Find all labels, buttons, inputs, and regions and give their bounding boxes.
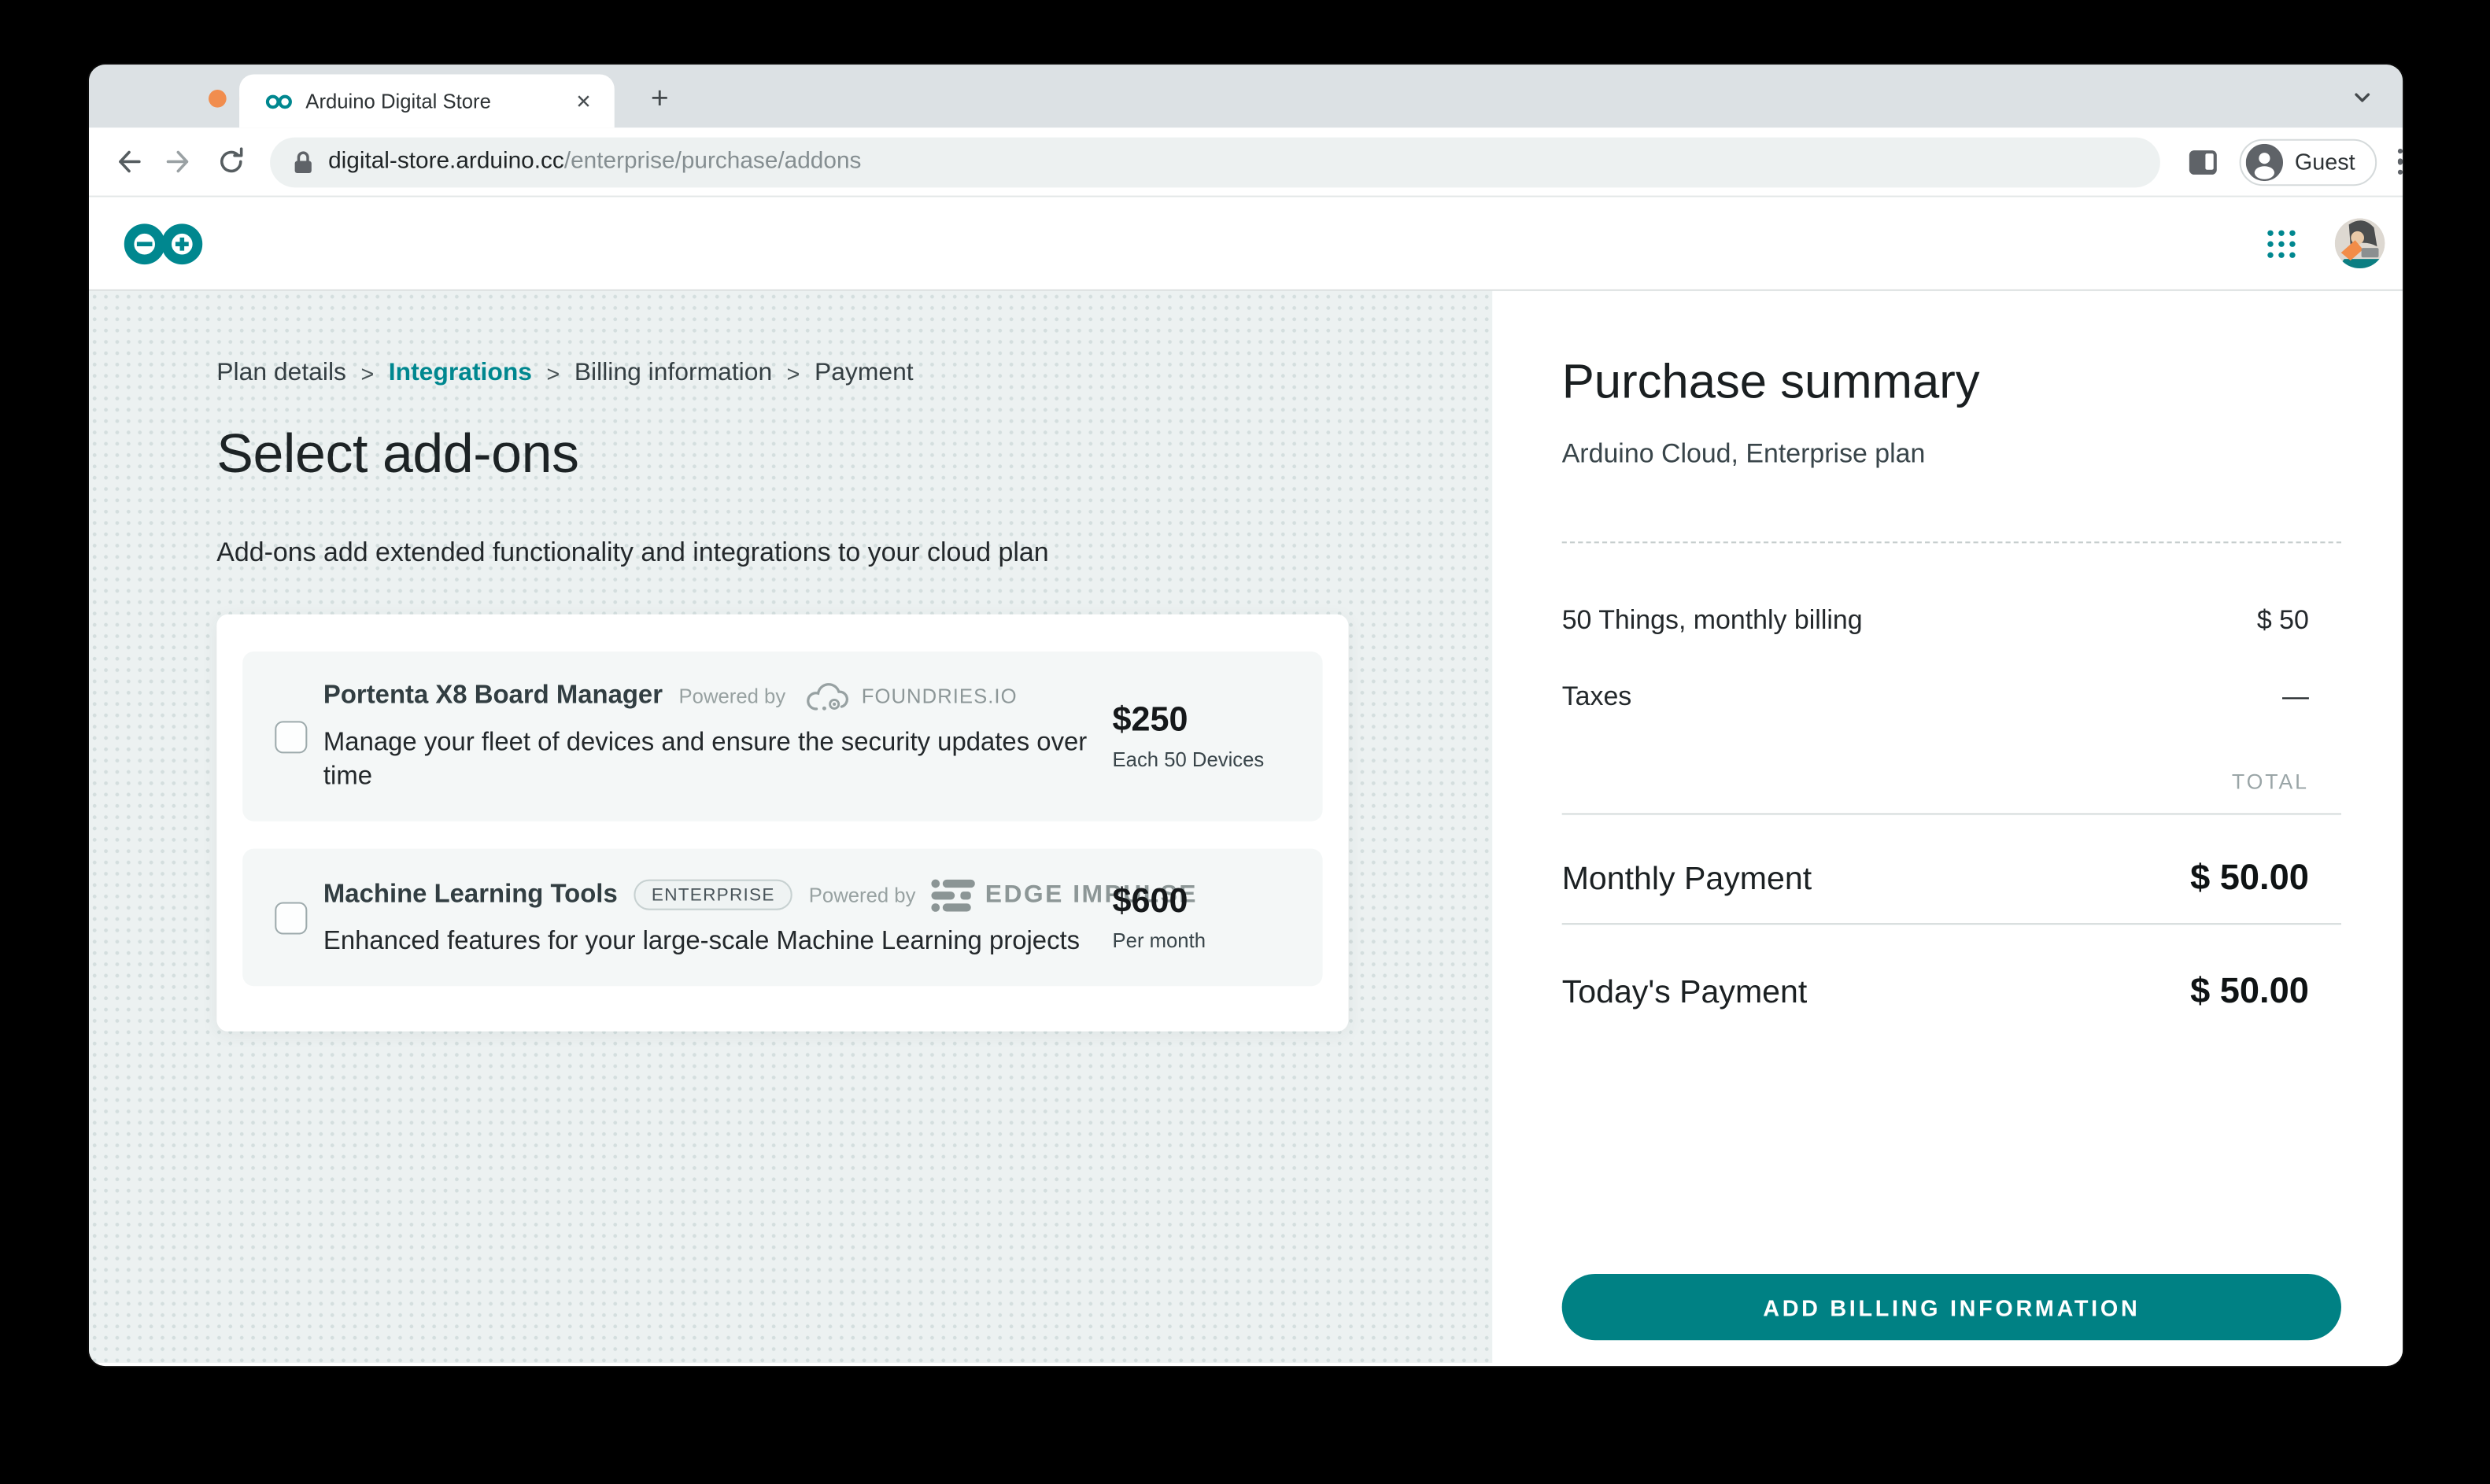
- foundries-cloud-icon: [806, 682, 848, 710]
- summary-divider: [1561, 813, 2341, 815]
- summary-divider: [1561, 923, 2341, 925]
- addon-description: Enhanced features for your large-scale M…: [323, 927, 1081, 955]
- addon-price: $250: [1112, 701, 1188, 739]
- addons-card: Portenta X8 Board Manager Powered by FOU…: [216, 614, 1349, 1032]
- row-value: —: [2281, 682, 2309, 712]
- screenshot-stage: Arduino Digital Store ✕ + digital-store.…: [0, 0, 2490, 1484]
- refresh-button[interactable]: [215, 146, 247, 178]
- addon-machine-learning[interactable]: Machine Learning Tools ENTERPRISE Powere…: [242, 848, 1323, 987]
- side-panel-icon[interactable]: [2189, 150, 2218, 174]
- arduino-favicon-icon: [265, 94, 292, 109]
- summary-plan: Arduino Cloud, Enterprise plan: [1561, 439, 1926, 469]
- breadcrumb-payment[interactable]: Payment: [815, 359, 914, 388]
- foundries-logo: FOUNDRIES.IO: [802, 680, 1018, 714]
- apps-grid-icon[interactable]: [2266, 229, 2296, 258]
- tab-close-icon[interactable]: ✕: [569, 87, 598, 116]
- page-subtitle: Add-ons add extended functionality and i…: [216, 538, 1049, 568]
- row-label: Taxes: [1561, 682, 1632, 712]
- todays-payment-row: Today's Payment $ 50.00: [1562, 970, 2341, 1012]
- guest-avatar-icon: [2246, 142, 2284, 181]
- summary-title: Purchase summary: [1561, 356, 1980, 409]
- guest-label: Guest: [2294, 149, 2355, 175]
- back-button[interactable]: [112, 146, 144, 178]
- new-tab-button[interactable]: +: [639, 79, 681, 121]
- purchase-summary-pane: Purchase summary Arduino Cloud, Enterpri…: [1492, 290, 2403, 1363]
- addon-price-note: Each 50 Devices: [1112, 748, 1265, 772]
- foundries-wordmark: FOUNDRIES.IO: [861, 685, 1018, 708]
- enterprise-badge: ENTERPRISE: [634, 879, 793, 911]
- window-close-button[interactable]: [209, 89, 227, 107]
- payment-value: $ 50.00: [2190, 969, 2309, 1011]
- profile-chip[interactable]: Guest: [2240, 138, 2377, 186]
- browser-toolbar: digital-store.arduino.cc/enterprise/purc…: [89, 127, 2403, 197]
- breadcrumb-plan-details[interactable]: Plan details: [216, 359, 346, 388]
- url-bar[interactable]: digital-store.arduino.cc/enterprise/purc…: [270, 136, 2161, 187]
- addon-description: Manage your fleet of devices and ensure …: [323, 728, 1088, 790]
- browser-tab[interactable]: Arduino Digital Store ✕: [239, 74, 615, 128]
- tab-search-chevron-icon[interactable]: [2348, 83, 2377, 112]
- tab-title: Arduino Digital Store: [305, 90, 491, 113]
- lock-icon: [294, 150, 312, 172]
- breadcrumb-separator: >: [786, 360, 800, 387]
- total-label: TOTAL: [2231, 769, 2309, 794]
- add-billing-information-button[interactable]: ADD BILLING INFORMATION: [1561, 1273, 2341, 1341]
- summary-row-taxes: Taxes —: [1562, 682, 2341, 713]
- site-header: [89, 197, 2403, 291]
- row-label: 50 Things, monthly billing: [1561, 606, 1863, 636]
- addons-pane: Plan details > Integrations > Billing in…: [89, 290, 1493, 1363]
- addon-title: Machine Learning Tools: [323, 880, 618, 908]
- payment-label: Monthly Payment: [1561, 862, 1812, 898]
- page-content: Plan details > Integrations > Billing in…: [89, 290, 2403, 1363]
- url-host: digital-store.arduino.cc: [328, 149, 564, 175]
- addon-title: Portenta X8 Board Manager: [323, 682, 663, 710]
- summary-row-things: 50 Things, monthly billing $ 50: [1562, 606, 2341, 637]
- forward-button[interactable]: [164, 146, 196, 178]
- breadcrumb-separator: >: [546, 360, 560, 387]
- tab-strip: Arduino Digital Store ✕ +: [89, 65, 2403, 128]
- url-path: /enterprise/purchase/addons: [563, 149, 862, 175]
- browser-window: Arduino Digital Store ✕ + digital-store.…: [89, 65, 2403, 1367]
- breadcrumb-billing-information[interactable]: Billing information: [574, 359, 772, 388]
- breadcrumb-integrations[interactable]: Integrations: [389, 359, 532, 388]
- browser-menu-icon[interactable]: [2397, 148, 2403, 175]
- payment-label: Today's Payment: [1561, 974, 1808, 1011]
- addon-ml-checkbox[interactable]: [275, 901, 308, 934]
- row-value: $ 50: [2256, 606, 2309, 636]
- breadcrumb: Plan details > Integrations > Billing in…: [216, 359, 913, 388]
- summary-divider: [1561, 541, 2341, 544]
- edge-impulse-icon: [931, 878, 976, 911]
- monthly-payment-row: Monthly Payment $ 50.00: [1562, 857, 2341, 899]
- addon-price-note: Per month: [1112, 929, 1206, 953]
- powered-by-label: Powered by: [678, 685, 786, 708]
- addon-portenta-x8[interactable]: Portenta X8 Board Manager Powered by FOU…: [242, 651, 1323, 821]
- powered-by-label: Powered by: [808, 883, 916, 906]
- breadcrumb-separator: >: [360, 360, 375, 387]
- addon-price: $600: [1112, 882, 1188, 921]
- arduino-logo-icon[interactable]: [121, 219, 205, 268]
- page-title: Select add-ons: [216, 423, 579, 485]
- addon-portenta-checkbox[interactable]: [275, 720, 308, 753]
- payment-value: $ 50.00: [2190, 856, 2309, 898]
- user-avatar[interactable]: [2334, 218, 2385, 269]
